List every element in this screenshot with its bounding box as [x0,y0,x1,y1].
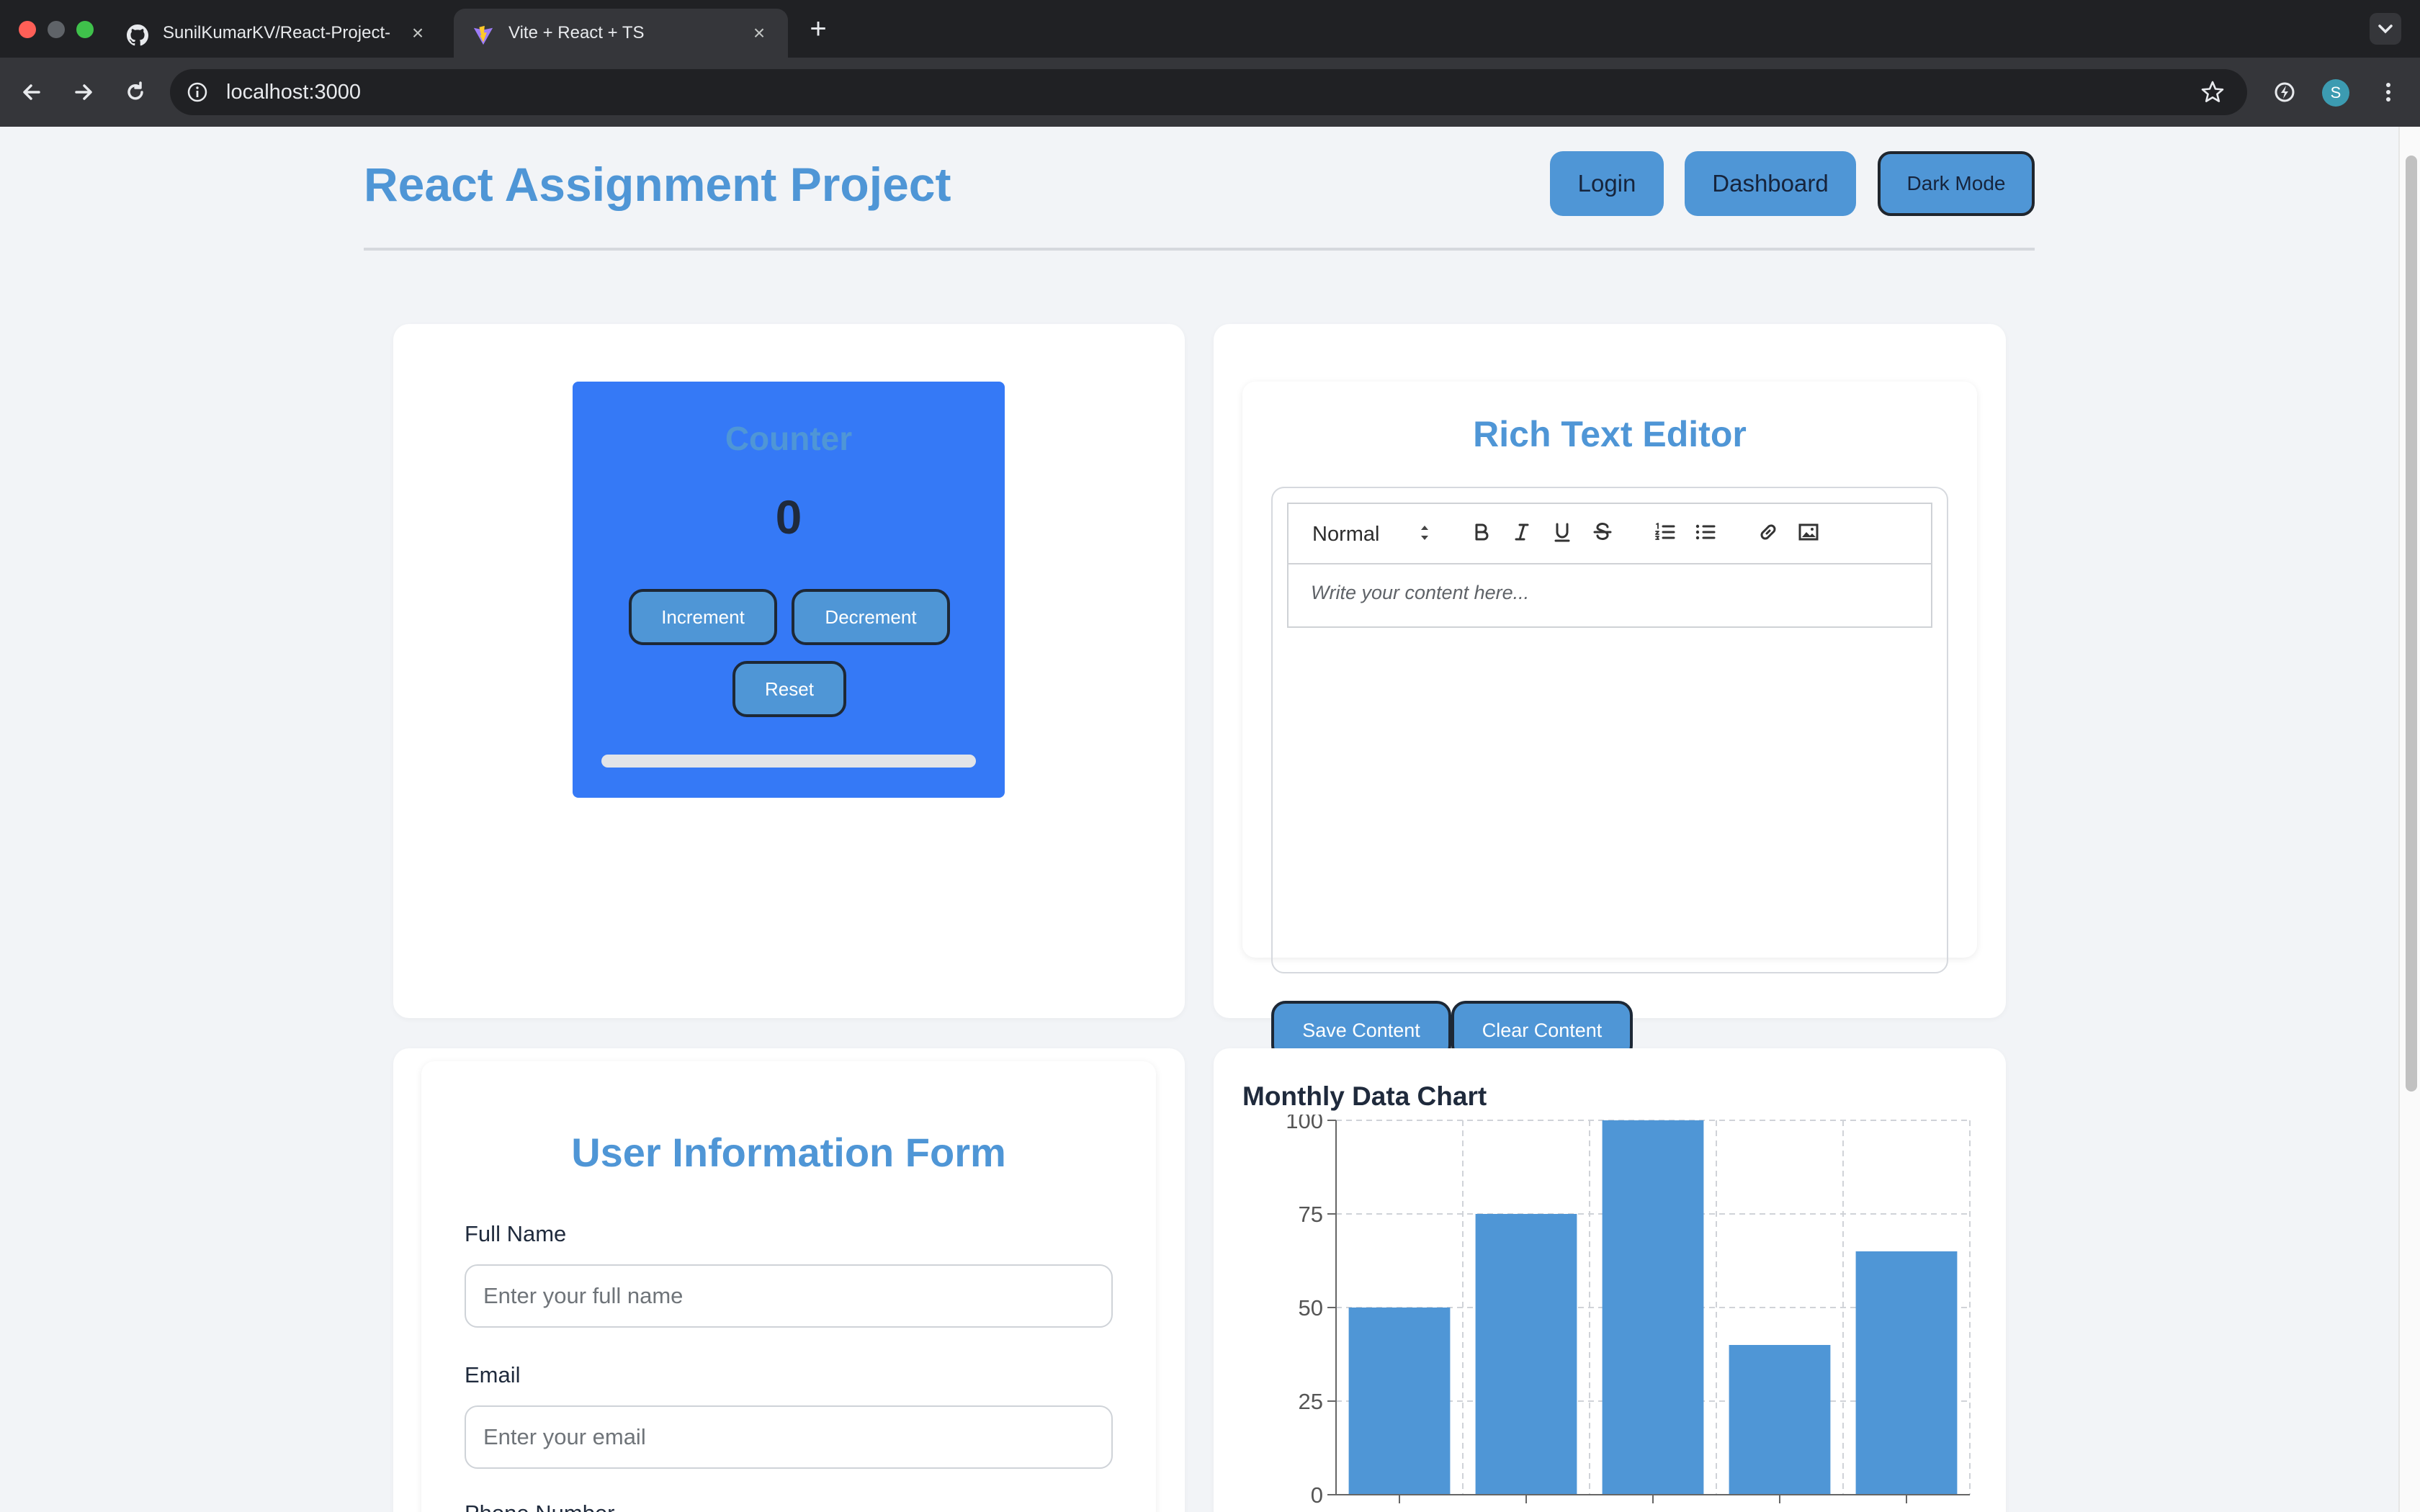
bookmark-star-icon[interactable] [2200,79,2226,105]
underline-icon[interactable] [1549,519,1575,545]
minimize-window-button[interactable] [48,21,65,38]
vite-icon [473,25,493,45]
close-tab-icon[interactable]: × [748,22,771,45]
site-info-icon[interactable] [186,81,209,104]
header-divider [364,248,2035,251]
header-format-select[interactable]: Normal [1312,523,1379,546]
chart-bar [1348,1308,1451,1495]
link-icon[interactable] [1755,519,1781,545]
back-arrow-icon[interactable] [19,79,45,105]
editor-placeholder: Write your content here... [1311,582,1530,603]
bold-icon[interactable] [1469,519,1494,545]
page-viewport: React Assignment Project Login Dashboard… [0,127,2398,1512]
reload-icon[interactable] [122,79,148,105]
y-tick-label: 25 [1299,1389,1323,1414]
italic-icon[interactable] [1509,519,1535,545]
image-icon[interactable] [1796,519,1821,545]
more-menu-icon[interactable] [2375,79,2401,105]
tab-title: Vite + React + TS [508,23,645,42]
reset-button[interactable]: Reset [732,661,846,717]
tab-title: SunilKumarKV/React-Project- [163,23,391,42]
dashboard-button[interactable]: Dashboard [1685,151,1856,216]
counter-progress-bar [601,755,976,768]
decrement-button[interactable]: Decrement [792,589,950,645]
increment-button[interactable]: Increment [629,589,777,645]
strike-icon[interactable] [1590,519,1615,545]
maximize-window-button[interactable] [76,21,94,38]
page-scrollbar[interactable] [2398,127,2420,1512]
phone-number-label: Phone Number [465,1500,615,1512]
select-arrows-icon[interactable] [1419,521,1430,544]
page-title: React Assignment Project [364,158,951,211]
y-tick-label: 0 [1311,1482,1323,1508]
full-name-label: Full Name [465,1221,567,1246]
bullet-list-icon[interactable] [1693,519,1718,545]
profile-avatar[interactable]: S [2322,79,2349,107]
browser-toolbar: localhost:3000 [0,58,2420,127]
close-tab-icon[interactable]: × [406,22,429,45]
chart-bar [1729,1345,1831,1495]
forward-arrow-icon[interactable] [71,79,97,105]
close-window-button[interactable] [19,21,36,38]
y-tick-label: 75 [1299,1202,1323,1227]
chart-bar [1855,1251,1958,1495]
login-button[interactable]: Login [1550,151,1664,216]
dark-mode-button[interactable]: Dark Mode [1878,151,2035,216]
browser-tab-bar: SunilKumarKV/React-Project- × Vite + Rea… [0,0,2420,58]
y-tick-label: 100 [1286,1115,1323,1133]
chart-bar [1602,1120,1704,1495]
email-input[interactable] [465,1405,1113,1469]
address-bar[interactable]: localhost:3000 [170,69,2247,115]
chevron-down-icon [2378,24,2393,34]
ordered-list-icon[interactable] [1652,519,1678,545]
browser-tab-github[interactable]: SunilKumarKV/React-Project- × [108,9,447,58]
counter-panel: Counter 0 Increment Decrement Reset [573,382,1005,798]
browser-tab-vite[interactable]: Vite + React + TS × [454,9,788,58]
new-tab-button[interactable]: + [805,13,831,45]
url-text: localhost:3000 [226,81,362,104]
tab-search-button[interactable] [2370,13,2401,45]
chart-title: Monthly Data Chart [1242,1081,1487,1111]
counter-value: 0 [775,490,802,544]
editor-title: Rich Text Editor [1473,414,1747,454]
performance-icon[interactable] [2272,79,2298,105]
chart-bar [1475,1214,1577,1495]
y-tick-label: 50 [1299,1295,1323,1320]
scrollbar-thumb[interactable] [2406,156,2417,1092]
full-name-input[interactable] [465,1264,1113,1328]
counter-title: Counter [725,420,853,457]
github-icon [127,24,148,46]
monthly-bar-chart: 0 25 50 75 100 [1286,1115,1971,1508]
email-label: Email [465,1362,521,1387]
form-title: User Information Form [571,1130,1006,1175]
